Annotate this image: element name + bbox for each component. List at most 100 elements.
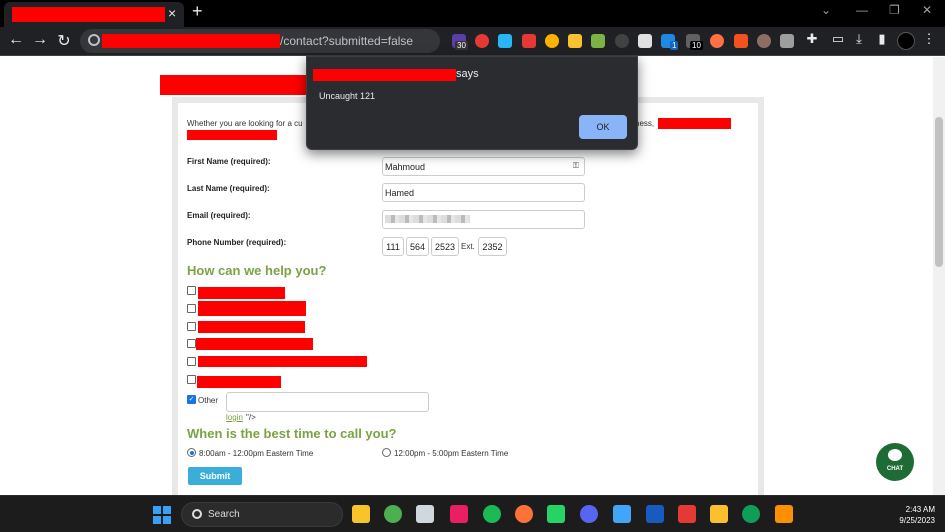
other-label: Other <box>198 396 219 405</box>
word-icon[interactable] <box>646 505 664 523</box>
whatsapp-icon[interactable] <box>547 505 565 523</box>
morning-radio[interactable] <box>187 448 196 457</box>
help-option-redacted <box>198 301 306 316</box>
scrollbar-thumb[interactable] <box>935 117 943 267</box>
extension-icon[interactable] <box>522 34 536 48</box>
phone-line-input[interactable]: 2523 <box>431 237 459 256</box>
help-option-redacted <box>198 356 367 367</box>
last-name-input[interactable]: Hamed <box>382 183 585 202</box>
search-icon <box>192 509 202 519</box>
firefox-icon[interactable] <box>515 505 533 523</box>
anydesk-icon[interactable] <box>678 505 696 523</box>
chat-widget-button[interactable]: CHAT <box>876 443 914 481</box>
tab-search-icon[interactable]: ⌄ <box>821 3 831 17</box>
phone-ext-input[interactable]: 2352 <box>478 237 507 256</box>
phone-prefix-input[interactable]: 564 <box>406 237 429 256</box>
discord-icon[interactable] <box>580 505 598 523</box>
chat-label: CHAT <box>886 466 904 472</box>
windows-start-icon[interactable] <box>153 506 171 524</box>
file-explorer-icon[interactable] <box>352 505 370 523</box>
phone-area-input[interactable]: 111 <box>382 237 404 256</box>
first-name-input[interactable]: Mahmoud ⚿ <box>382 157 585 176</box>
chrome-icon[interactable] <box>384 505 402 523</box>
url-host-redacted <box>102 34 280 48</box>
phone-label: Phone Number (required): <box>187 238 287 247</box>
close-tab-icon[interactable]: × <box>168 5 176 21</box>
site-info-icon[interactable] <box>88 34 100 46</box>
cast-icon[interactable]: ▭ <box>828 31 848 47</box>
minimize-button[interactable]: — <box>856 3 868 17</box>
browser-toolbar: ← → ↻ /contact?submitted=false 30 1 10 ✚… <box>0 27 945 56</box>
extension-icon[interactable] <box>780 34 794 48</box>
phone-ext-label: Ext. <box>461 242 475 251</box>
help-option-checkbox[interactable] <box>187 375 196 384</box>
autofill-key-icon[interactable]: ⚿ <box>573 161 579 171</box>
stray-markup-text: "/> <box>246 413 256 422</box>
email-label: Email (required): <box>187 211 251 220</box>
extension-icon[interactable] <box>568 34 582 48</box>
help-option-checkbox[interactable] <box>187 304 196 313</box>
clock-date: 9/25/2023 <box>899 516 935 525</box>
notepad-icon[interactable] <box>613 505 631 523</box>
reload-icon[interactable]: ↻ <box>54 31 74 51</box>
submit-button[interactable]: Submit <box>188 467 242 485</box>
edge-icon[interactable] <box>742 505 760 523</box>
extension-icon[interactable] <box>475 34 489 48</box>
other-checkbox[interactable]: ✓ <box>187 395 196 404</box>
dialog-ok-button[interactable]: OK <box>579 115 627 139</box>
first-name-label: First Name (required): <box>187 157 271 166</box>
last-name-label: Last Name (required): <box>187 184 270 193</box>
extension-icon[interactable] <box>734 34 748 48</box>
intro-redacted <box>187 130 277 140</box>
help-option-redacted <box>198 321 305 333</box>
taskbar-clock[interactable]: 2:43 AM 9/25/2023 <box>899 504 935 526</box>
app-icon[interactable] <box>450 505 468 523</box>
extension-icon[interactable] <box>615 34 629 48</box>
help-option-checkbox[interactable] <box>187 322 196 331</box>
profile-avatar[interactable] <box>897 32 915 50</box>
warning-app-icon[interactable] <box>710 505 728 523</box>
intro-text: Whether you are looking for a cu <box>187 119 303 128</box>
clock-time: 2:43 AM <box>905 505 935 514</box>
afternoon-radio[interactable] <box>382 448 391 457</box>
other-text-input[interactable] <box>226 392 429 412</box>
dialog-says-text: says <box>456 68 479 80</box>
afternoon-radio-label: 12:00pm - 5:00pm Eastern Time <box>394 449 509 458</box>
email-blurred <box>385 215 470 223</box>
extension-icon[interactable] <box>591 34 605 48</box>
taskbar-search-box[interactable]: Search <box>181 502 343 527</box>
tab-strip: × + ⌄ — ❐ ✕ <box>0 0 945 27</box>
login-link[interactable]: login <box>226 413 243 422</box>
extension-icon[interactable] <box>498 34 512 48</box>
side-panel-icon[interactable]: ▮ <box>872 31 892 47</box>
extension-icon[interactable] <box>638 34 652 48</box>
extensions-puzzle-icon[interactable]: ✚ <box>802 31 822 47</box>
help-option-redacted <box>198 287 285 299</box>
email-input[interactable] <box>382 210 585 229</box>
browser-tab[interactable]: × <box>4 2 184 27</box>
extension-icon[interactable] <box>710 34 724 48</box>
vlc-icon[interactable] <box>775 505 793 523</box>
help-option-checkbox[interactable] <box>187 357 196 366</box>
menu-dots-icon[interactable]: ⋮ <box>919 31 939 47</box>
page-scrollbar[interactable] <box>933 57 945 495</box>
virtualbox-icon[interactable] <box>416 505 434 523</box>
forward-arrow-icon[interactable]: → <box>30 31 50 49</box>
extension-icon[interactable] <box>757 34 771 48</box>
back-arrow-icon[interactable]: ← <box>6 31 26 49</box>
windows-taskbar: Search 2:43 AM 9/25/2023 <box>0 495 945 532</box>
tab-title-redacted <box>12 7 165 22</box>
restore-button[interactable]: ❐ <box>889 3 900 17</box>
close-window-button[interactable]: ✕ <box>922 3 932 17</box>
help-option-redacted <box>197 376 281 388</box>
help-option-redacted <box>196 338 313 350</box>
help-option-checkbox[interactable] <box>187 339 196 348</box>
spotify-icon[interactable] <box>483 505 501 523</box>
new-tab-button[interactable]: + <box>192 1 203 22</box>
dialog-message: Uncaught 121 <box>319 91 376 101</box>
download-icon[interactable]: ⤓ <box>849 31 869 47</box>
dialog-origin-redacted <box>313 69 456 81</box>
extension-icon[interactable] <box>545 34 559 48</box>
address-bar[interactable]: /contact?submitted=false <box>80 29 440 53</box>
help-option-checkbox[interactable] <box>187 286 196 295</box>
